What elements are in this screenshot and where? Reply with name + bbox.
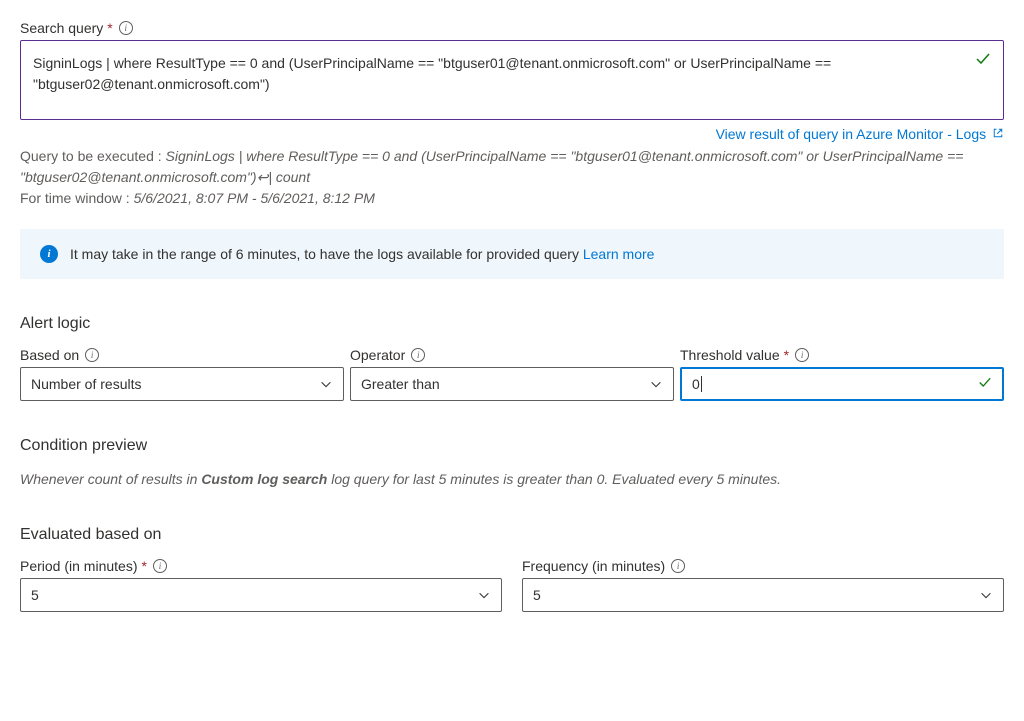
info-icon[interactable]: i bbox=[795, 348, 809, 362]
frequency-select[interactable]: 5 bbox=[522, 578, 1004, 612]
threshold-input[interactable]: 0 bbox=[680, 367, 1004, 401]
based-on-select[interactable]: Number of results bbox=[20, 367, 344, 401]
condition-post: log query for last 5 minutes is greater … bbox=[327, 471, 781, 487]
view-results-link[interactable]: View result of query in Azure Monitor - … bbox=[716, 126, 1004, 142]
search-query-label: Search query * i bbox=[20, 20, 1004, 36]
query-preview-prefix: Query to be executed : bbox=[20, 148, 166, 164]
chevron-down-icon bbox=[979, 588, 993, 602]
external-link-icon bbox=[992, 128, 1004, 142]
info-icon[interactable]: i bbox=[671, 559, 685, 573]
threshold-label-text: Threshold value bbox=[680, 347, 780, 363]
condition-bold: Custom log search bbox=[201, 471, 327, 487]
alert-logic-heading: Alert logic bbox=[20, 315, 1004, 333]
info-banner-text: It may take in the range of 6 minutes, t… bbox=[70, 246, 579, 262]
check-icon bbox=[975, 51, 991, 75]
required-asterisk: * bbox=[142, 558, 147, 574]
time-window-value: 5/6/2021, 8:07 PM - 5/6/2021, 8:12 PM bbox=[134, 190, 375, 206]
search-query-input[interactable]: SigninLogs | where ResultType == 0 and (… bbox=[20, 40, 1004, 120]
based-on-label-text: Based on bbox=[20, 347, 79, 363]
chevron-down-icon bbox=[319, 377, 333, 391]
frequency-label-text: Frequency (in minutes) bbox=[522, 558, 665, 574]
condition-preview-text: Whenever count of results in Custom log … bbox=[20, 469, 1004, 490]
time-window-prefix: For time window : bbox=[20, 190, 134, 206]
view-results-link-text: View result of query in Azure Monitor - … bbox=[716, 126, 987, 142]
search-query-text: SigninLogs | where ResultType == 0 and (… bbox=[33, 55, 831, 92]
operator-label-text: Operator bbox=[350, 347, 405, 363]
operator-select[interactable]: Greater than bbox=[350, 367, 674, 401]
info-icon[interactable]: i bbox=[119, 21, 133, 35]
required-asterisk: * bbox=[107, 20, 112, 36]
period-label-text: Period (in minutes) bbox=[20, 558, 138, 574]
threshold-value: 0 bbox=[692, 376, 700, 392]
frequency-label: Frequency (in minutes) i bbox=[522, 558, 1004, 574]
period-select[interactable]: 5 bbox=[20, 578, 502, 612]
operator-label: Operator i bbox=[350, 347, 674, 363]
query-preview-block: Query to be executed : SigninLogs | wher… bbox=[20, 146, 1004, 209]
period-value: 5 bbox=[31, 587, 39, 603]
check-icon bbox=[978, 376, 992, 393]
period-label: Period (in minutes) * i bbox=[20, 558, 502, 574]
info-icon[interactable]: i bbox=[153, 559, 167, 573]
based-on-value: Number of results bbox=[31, 376, 141, 392]
info-icon[interactable]: i bbox=[85, 348, 99, 362]
chevron-down-icon bbox=[649, 377, 663, 391]
search-query-label-text: Search query bbox=[20, 20, 103, 36]
frequency-value: 5 bbox=[533, 587, 541, 603]
threshold-label: Threshold value * i bbox=[680, 347, 1004, 363]
condition-pre: Whenever count of results in bbox=[20, 471, 201, 487]
operator-value: Greater than bbox=[361, 376, 440, 392]
required-asterisk: * bbox=[784, 347, 789, 363]
info-banner-icon: i bbox=[40, 245, 58, 263]
learn-more-link[interactable]: Learn more bbox=[583, 246, 655, 262]
info-icon[interactable]: i bbox=[411, 348, 425, 362]
condition-preview-heading: Condition preview bbox=[20, 437, 1004, 455]
chevron-down-icon bbox=[477, 588, 491, 602]
text-cursor bbox=[701, 376, 702, 392]
evaluated-heading: Evaluated based on bbox=[20, 526, 1004, 544]
based-on-label: Based on i bbox=[20, 347, 344, 363]
info-banner: i It may take in the range of 6 minutes,… bbox=[20, 229, 1004, 279]
